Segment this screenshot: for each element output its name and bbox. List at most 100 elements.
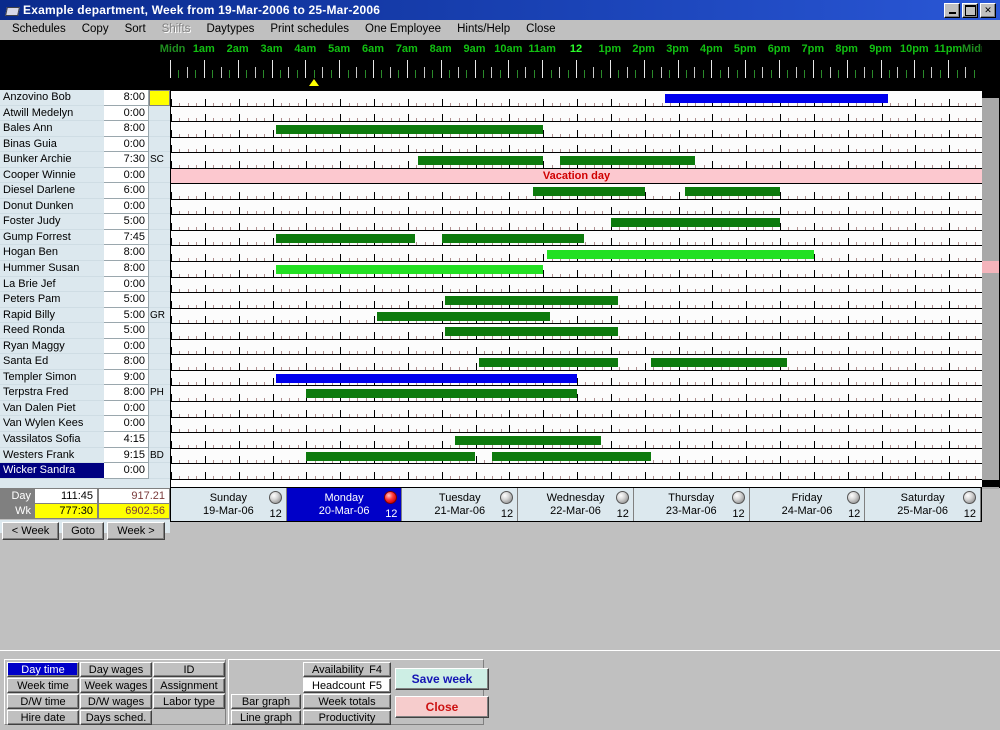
employee-row[interactable]: La Brie Jef0:00 — [0, 277, 170, 293]
employee-row[interactable]: Van Dalen Piet0:00 — [0, 401, 170, 417]
employee-row[interactable]: Foster Judy5:00 — [0, 214, 170, 230]
scrollbar-up-cap[interactable] — [982, 91, 999, 98]
menu-item-close[interactable]: Close — [518, 21, 563, 37]
day-tab-saturday[interactable]: Saturday25-Mar-0612 — [865, 488, 981, 521]
next-week-button[interactable]: Week > — [107, 522, 165, 540]
schedule-row[interactable] — [171, 418, 982, 434]
schedule-row[interactable] — [171, 262, 982, 278]
day-status-gray-icon[interactable] — [732, 491, 745, 504]
day-status-gray-icon[interactable] — [616, 491, 629, 504]
schedule-row[interactable] — [171, 91, 982, 107]
employee-row[interactable]: Gump Forrest7:45 — [0, 230, 170, 246]
employee-row[interactable]: Vassilatos Sofia4:15 — [0, 432, 170, 448]
shift-bar[interactable] — [533, 187, 645, 196]
toolbar-button-bar-graph[interactable]: Bar graph — [231, 694, 301, 709]
day-status-gray-icon[interactable] — [500, 491, 513, 504]
schedule-row[interactable] — [171, 371, 982, 387]
vacation-row[interactable]: Vacation day — [171, 169, 982, 185]
day-tab-sunday[interactable]: Sunday19-Mar-0612 — [171, 488, 287, 521]
toolbar-button-id[interactable]: ID — [153, 662, 225, 677]
maximize-button[interactable] — [962, 3, 978, 18]
schedule-row[interactable] — [171, 464, 982, 480]
scrollbar-down-cap[interactable] — [982, 480, 999, 487]
employee-row[interactable]: Diesel Darlene6:00 — [0, 183, 170, 199]
toolbar-button-day-time[interactable]: Day time — [7, 662, 79, 677]
employee-row[interactable]: Ryan Maggy0:00 — [0, 339, 170, 355]
schedule-row[interactable] — [171, 184, 982, 200]
toolbar-button-days-sched[interactable]: Days sched. — [80, 710, 152, 725]
toolbar-button-d-w-time[interactable]: D/W time — [7, 694, 79, 709]
employee-name-list[interactable]: Anzovino Bob8:00Atwill Medelyn0:00Bales … — [0, 90, 170, 533]
day-status-gray-icon[interactable] — [963, 491, 976, 504]
employee-row[interactable]: Bunker Archie7:30SC — [0, 152, 170, 168]
gantt-chart[interactable]: Vacation day — [170, 90, 982, 488]
menu-item-hints-help[interactable]: Hints/Help — [449, 21, 518, 37]
shift-bar[interactable] — [665, 94, 888, 103]
employee-row[interactable]: Hogan Ben8:00 — [0, 245, 170, 261]
shift-bar[interactable] — [377, 312, 550, 321]
employee-row[interactable]: Westers Frank9:15BD — [0, 448, 170, 464]
schedule-row[interactable] — [171, 231, 982, 247]
shift-bar[interactable] — [479, 358, 618, 367]
shift-bar[interactable] — [306, 389, 577, 398]
employee-row[interactable]: Templer Simon9:00 — [0, 370, 170, 386]
toolbar-button-week-totals[interactable]: Week totals — [303, 694, 391, 709]
shift-bar[interactable] — [276, 265, 543, 274]
toolbar-button-hire-date[interactable]: Hire date — [7, 710, 79, 725]
employee-row[interactable]: Anzovino Bob8:00 — [0, 90, 170, 106]
shift-bar[interactable] — [685, 187, 780, 196]
day-tab-thursday[interactable]: Thursday23-Mar-0612 — [634, 488, 750, 521]
schedule-row[interactable] — [171, 107, 982, 123]
day-tab-wednesday[interactable]: Wednesday22-Mar-0612 — [518, 488, 634, 521]
shift-bar[interactable] — [276, 125, 543, 134]
toolbar-button-labor-type[interactable]: Labor type — [153, 694, 225, 709]
employee-row[interactable]: Hummer Susan8:00 — [0, 261, 170, 277]
previous-week-button[interactable]: < Week — [2, 522, 59, 540]
menu-item-one-employee[interactable]: One Employee — [357, 21, 449, 37]
schedule-row[interactable] — [171, 386, 982, 402]
schedule-row[interactable] — [171, 138, 982, 154]
day-status-gray-icon[interactable] — [847, 491, 860, 504]
shift-bar[interactable] — [492, 452, 651, 461]
employee-row[interactable]: Cooper Winnie0:00 — [0, 168, 170, 184]
shift-bar[interactable] — [445, 327, 618, 336]
shift-bar[interactable] — [306, 452, 475, 461]
shift-bar[interactable] — [276, 374, 577, 383]
toolbar-button-week-wages[interactable]: Week wages — [80, 678, 152, 693]
employee-row[interactable]: Peters Pam5:00 — [0, 292, 170, 308]
employee-row[interactable]: Van Wylen Kees0:00 — [0, 416, 170, 432]
employee-row[interactable]: Binas Guia0:00 — [0, 137, 170, 153]
schedule-row[interactable] — [171, 278, 982, 294]
shift-bar[interactable] — [445, 296, 618, 305]
shift-bar[interactable] — [547, 250, 814, 259]
employee-row[interactable]: Wicker Sandra0:00 — [0, 463, 170, 479]
shift-bar[interactable] — [442, 234, 584, 243]
employee-row[interactable]: Reed Ronda5:00 — [0, 323, 170, 339]
day-status-gray-icon[interactable] — [269, 491, 282, 504]
menu-item-schedules[interactable]: Schedules — [4, 21, 74, 37]
toolbar-button-headcount[interactable]: HeadcountF5 — [303, 678, 391, 693]
menu-item-daytypes[interactable]: Daytypes — [198, 21, 262, 37]
close-button[interactable]: Close — [395, 696, 489, 718]
vertical-scrollbar[interactable] — [982, 90, 1000, 488]
employee-row[interactable]: Rapid Billy5:00GR — [0, 308, 170, 324]
schedule-row[interactable] — [171, 309, 982, 325]
schedule-row[interactable] — [171, 215, 982, 231]
schedule-row[interactable] — [171, 324, 982, 340]
shift-bar[interactable] — [611, 218, 780, 227]
toolbar-button-line-graph[interactable]: Line graph — [231, 710, 301, 725]
schedule-row[interactable] — [171, 340, 982, 356]
toolbar-button-day-wages[interactable]: Day wages — [80, 662, 152, 677]
shift-bar[interactable] — [418, 156, 543, 165]
close-icon[interactable] — [980, 3, 996, 18]
schedule-row[interactable] — [171, 247, 982, 263]
employee-row[interactable]: Terpstra Fred8:00PH — [0, 385, 170, 401]
employee-row[interactable]: Atwill Medelyn0:00 — [0, 106, 170, 122]
schedule-row[interactable] — [171, 433, 982, 449]
schedule-row[interactable] — [171, 449, 982, 465]
toolbar-button-d-w-wages[interactable]: D/W wages — [80, 694, 152, 709]
day-status-red-icon[interactable] — [384, 491, 397, 504]
toolbar-button-availability[interactable]: AvailabilityF4 — [303, 662, 391, 677]
shift-bar[interactable] — [276, 234, 415, 243]
minimize-button[interactable] — [944, 3, 960, 18]
